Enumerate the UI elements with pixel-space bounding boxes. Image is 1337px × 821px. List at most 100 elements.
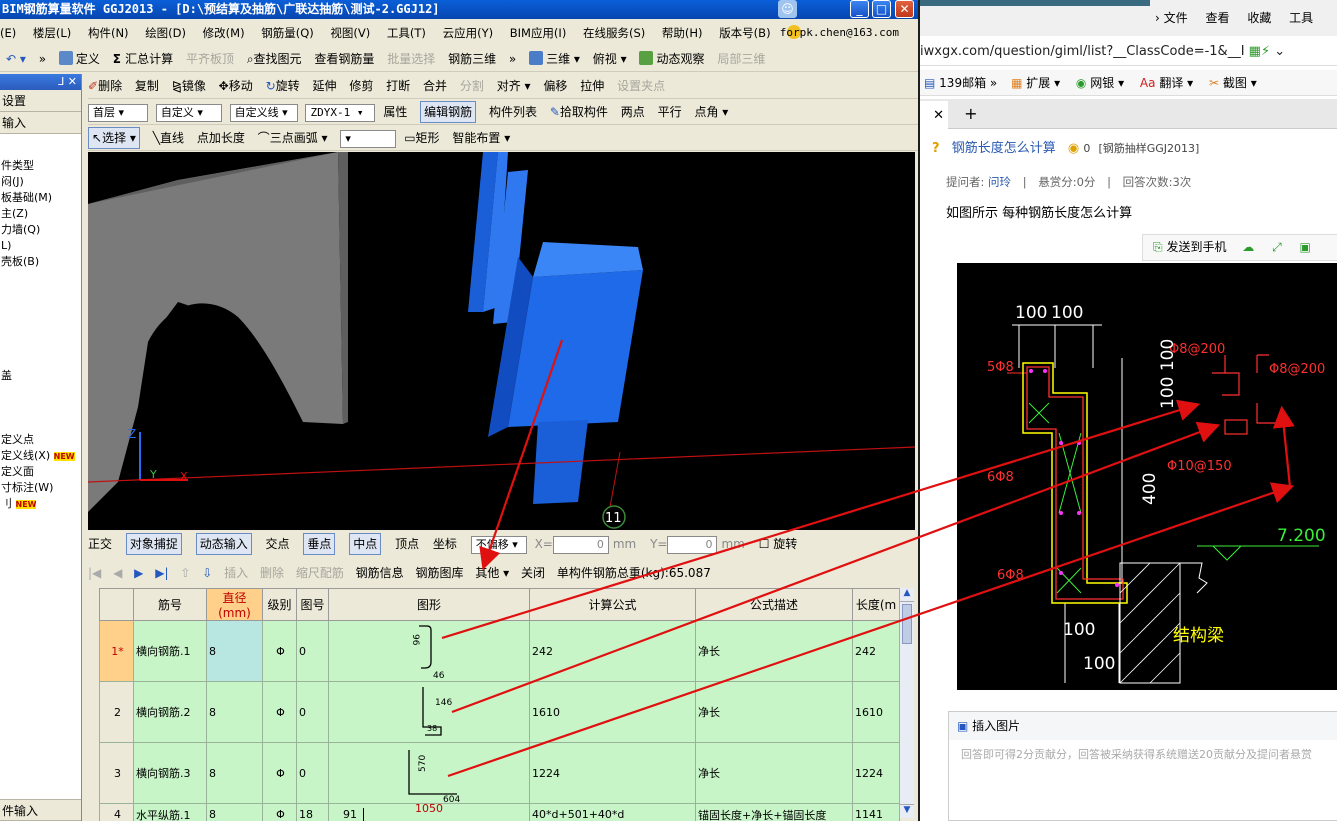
nav-next-icon[interactable]: ▶ [134,561,143,585]
merge-button[interactable]: 合并 [423,73,447,99]
arc3-button[interactable]: ⌒三点画弧 ▾ [258,125,328,151]
col-header[interactable]: 筋号 [133,588,207,621]
move-up-icon[interactable]: ⇧ [180,561,190,585]
formula-desc-cell[interactable]: 锚固长度+净长+锚固长度 [695,803,853,821]
row-index[interactable]: 2 [99,681,134,743]
menu-online[interactable]: 在线服务(S) [583,21,645,45]
trim-button[interactable]: 修剪 [349,73,373,99]
tab-settings[interactable]: 设置 [0,90,81,112]
tree-item-1[interactable]: 闷(J) [0,174,81,190]
menu-element[interactable]: 构件(N) [88,21,129,45]
menu-floor[interactable]: 楼层(L) [33,21,71,45]
figure-no-cell[interactable]: 18 [296,803,329,821]
diameter-cell[interactable]: 8 [206,742,263,804]
type-select[interactable]: 自定义线 ▾ [229,103,298,122]
formula-desc-cell[interactable]: 净长 [695,620,853,682]
browser-menu-file[interactable]: 文件 [1164,11,1188,25]
scale-rebar-button[interactable]: 缩尺配筋 [296,561,344,585]
length-cell[interactable]: 1224 [852,742,900,804]
formula-cell[interactable]: 40*d+501+40*d [529,803,696,821]
insert-button[interactable]: 插入 [224,561,248,585]
stretch-button[interactable]: 拉伸 [580,73,604,99]
tree-item-7[interactable]: 盖 [0,368,81,384]
tree-item-12[interactable]: 刂 NEW [0,496,81,512]
rebar-name-cell[interactable]: 横向钢筋.2 [133,681,207,743]
row-delete-button[interactable]: 删除 [260,561,284,585]
3d-viewport[interactable]: Z Y X 11 [88,152,915,530]
cloud-icon[interactable]: ☁ [1242,240,1254,254]
two-points-button[interactable]: 两点 [621,99,645,125]
browser-menu-chevron[interactable]: › [1155,11,1164,25]
fav-screenshot[interactable]: ✂ 截图 ▾ [1209,76,1257,90]
undo-icon[interactable]: ↶ ▾ [0,46,26,72]
menu-edit[interactable]: (E) [0,21,16,45]
rebar-3d-button[interactable]: 钢筋三维 [448,46,496,72]
menu-draw[interactable]: 绘图(D) [145,21,186,45]
draw-mode-select[interactable]: ▾ [340,129,397,148]
figure-no-cell[interactable]: 0 [296,742,329,804]
toolbar-more-icon[interactable]: » [39,46,46,72]
split-button[interactable]: 分割 [460,73,484,99]
rebar-info-button[interactable]: 钢筋信息 [356,561,404,585]
formula-cell[interactable]: 242 [529,620,696,682]
close-table-button[interactable]: 关闭 [521,561,545,585]
tree-item-10[interactable]: 定义面 [0,464,81,480]
diameter-cell[interactable]: 8 [206,681,263,743]
table-row[interactable]: 1* 横向钢筋.1 8 Φ 0 96 46 242 净长 242 [99,620,900,682]
figure-no-cell[interactable]: 0 [296,681,329,743]
intersect-toggle[interactable]: 交点 [266,531,290,557]
question-tag[interactable]: [钢筋抽样GGJ2013] [1098,142,1199,155]
row-index[interactable]: 4 [99,803,134,821]
grade-cell[interactable]: Φ [262,742,297,804]
tab-close-icon[interactable]: ✕ [920,101,948,131]
fav-translate[interactable]: Aa 翻译 ▾ [1140,76,1193,90]
table-scrollbar[interactable]: ▲ ▼ [899,588,914,818]
length-cell[interactable]: 1141 [852,803,900,821]
scroll-thumb[interactable] [902,604,912,644]
figure-no-cell[interactable]: 0 [296,620,329,682]
maximize-button[interactable]: □ [872,0,891,18]
rebar-name-cell[interactable]: 横向钢筋.3 [133,742,207,804]
rebar-name-cell[interactable]: 横向钢筋.1 [133,620,207,682]
mirror-button[interactable]: ⧎镜像 [172,73,206,99]
table-row[interactable]: 3 横向钢筋.3 8 Φ 0 570 604 1224 净长 1224 [99,742,900,804]
top-view-button[interactable]: 俯视 ▾ [593,46,627,72]
tree-item-11[interactable]: 寸标注(W) [0,480,81,496]
point-length-button[interactable]: 点加长度 [197,125,245,151]
tree-item-2[interactable]: 板基础(M) [0,190,81,206]
formula-cell[interactable]: 1610 [529,681,696,743]
nav-first-icon[interactable]: |◀ [88,561,101,585]
formula-cell[interactable]: 1224 [529,742,696,804]
nav-last-icon[interactable]: ▶| [155,561,168,585]
ortho-toggle[interactable]: 正交 [88,531,112,557]
delete-button[interactable]: ✐删除 [88,73,122,99]
rotate-button[interactable]: ↻旋转 [266,73,300,99]
copy-button[interactable]: 复制 [135,73,159,99]
qr-icon[interactable]: ▦ [1249,44,1261,59]
menu-cloud[interactable]: 云应用(Y) [443,21,494,45]
answer-textarea[interactable]: 回答即可得2分贡献分，回答被采纳获得系统赠送20贡献分及提问者悬赏 [949,740,1337,768]
category-select[interactable]: 自定义 ▾ [155,103,222,122]
col-header[interactable]: 级别 [262,588,297,621]
asker-link[interactable]: 问玲 [988,175,1011,189]
break-button[interactable]: 打断 [386,73,410,99]
align-button[interactable]: 对齐 ▾ [497,73,531,99]
perpendicular-toggle[interactable]: 垂点 [303,533,336,555]
minimize-button[interactable]: _ [850,0,869,18]
diameter-cell[interactable]: 8 [206,803,263,821]
shape-cell[interactable]: 570 604 [328,742,530,804]
tree-item-3[interactable]: 主(Z) [0,206,81,222]
tab-input[interactable]: 输入 [0,112,81,134]
fullscreen-icon[interactable]: ⤢ [1272,240,1282,254]
length-cell[interactable]: 1610 [852,681,900,743]
row-index[interactable]: 1* [99,620,134,682]
parallel-button[interactable]: 平行 [658,99,682,125]
lightning-icon[interactable]: ⚡ [1261,44,1270,59]
shape-cell[interactable]: 91 1050 [328,803,530,821]
panel-header[interactable]: ᒧ ✕ [0,74,81,90]
tree-item-9[interactable]: 定义线(X) NEW [0,448,81,464]
formula-desc-cell[interactable]: 净长 [695,742,853,804]
save-icon[interactable]: ▣ [1300,240,1311,254]
dynamic-input-toggle[interactable]: 动态输入 [195,533,252,555]
browser-menu-view[interactable]: 查看 [1205,11,1229,25]
